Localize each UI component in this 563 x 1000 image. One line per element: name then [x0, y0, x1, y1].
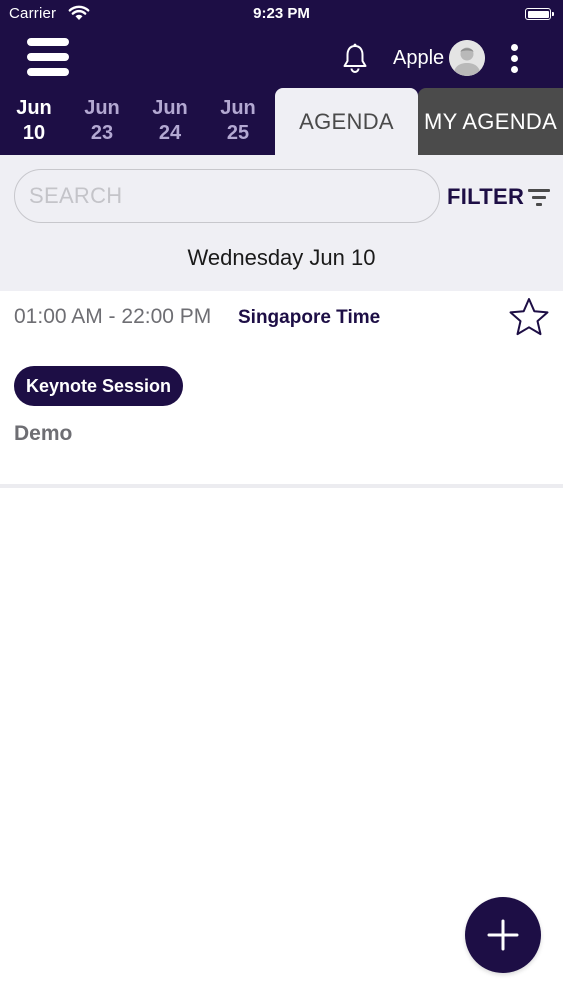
add-button[interactable]: [465, 897, 541, 973]
user-name[interactable]: Apple: [393, 47, 444, 70]
session-card[interactable]: 01:00 AM - 22:00 PM Singapore Time Keyno…: [0, 291, 563, 484]
date-day: 24: [158, 122, 182, 144]
bell-icon[interactable]: [339, 42, 371, 74]
app-header: Carrier 9:23 PM Apple Jun 10 Jun 23 Jun …: [0, 0, 563, 155]
divider: [0, 484, 563, 488]
session-title: Demo: [14, 422, 73, 445]
date-tab-jun-10[interactable]: Jun 10: [4, 96, 64, 146]
tab-my-agenda[interactable]: MY AGENDA: [418, 88, 563, 155]
date-day: 25: [226, 122, 250, 144]
status-bar: Carrier 9:23 PM: [0, 0, 563, 30]
tab-agenda[interactable]: AGENDA: [275, 88, 418, 155]
session-timezone: Singapore Time: [238, 307, 381, 328]
search-bar: FILTER: [0, 155, 563, 235]
date-month: Jun: [220, 97, 256, 119]
status-time: 9:23 PM: [253, 5, 310, 22]
plus-icon: [487, 919, 519, 951]
avatar-icon[interactable]: [449, 40, 485, 76]
menu-icon[interactable]: [27, 38, 69, 76]
filter-button[interactable]: FILTER: [447, 184, 524, 210]
search-input[interactable]: [14, 169, 440, 223]
date-day: 23: [90, 122, 114, 144]
date-month: Jun: [16, 97, 52, 119]
date-day: 10: [22, 122, 46, 144]
date-selector: Jun 10 Jun 23 Jun 24 Jun 25: [0, 96, 275, 152]
session-type-badge[interactable]: Keynote Session: [14, 366, 184, 406]
session-time: 01:00 AM - 22:00 PM: [14, 305, 212, 328]
date-month: Jun: [152, 97, 188, 119]
date-tab-jun-24[interactable]: Jun 24: [140, 96, 200, 146]
filter-icon[interactable]: [528, 187, 550, 207]
date-month: Jun: [84, 97, 120, 119]
battery-icon: [525, 8, 554, 20]
date-tab-jun-25[interactable]: Jun 25: [208, 96, 268, 146]
more-vertical-icon[interactable]: [506, 42, 524, 74]
day-header: Wednesday Jun 10: [0, 235, 563, 291]
star-icon[interactable]: [506, 295, 552, 341]
date-tab-jun-23[interactable]: Jun 23: [72, 96, 132, 146]
